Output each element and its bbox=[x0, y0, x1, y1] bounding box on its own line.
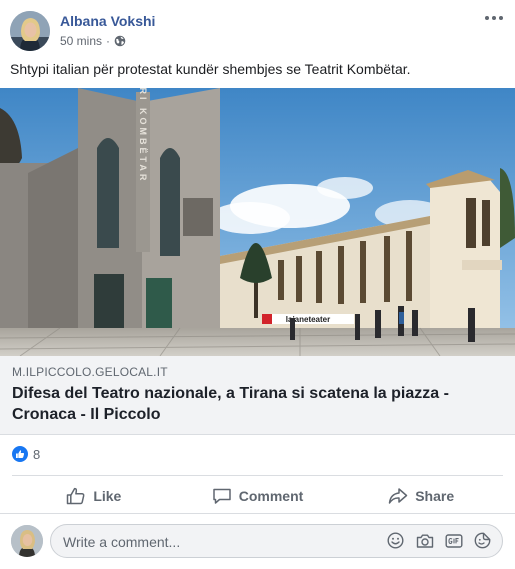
comment-icon bbox=[212, 488, 231, 504]
sticker-icon[interactable] bbox=[473, 531, 492, 550]
post-text: Shtypi italian për protestat kundër shem… bbox=[10, 61, 411, 77]
more-dot bbox=[492, 16, 496, 20]
gif-icon[interactable] bbox=[444, 531, 463, 550]
author-name[interactable]: Albana Vokshi bbox=[60, 13, 155, 29]
emoji-icon[interactable] bbox=[386, 531, 405, 550]
divider bbox=[12, 475, 503, 476]
divider bbox=[0, 513, 515, 514]
reactions-summary[interactable]: 8 bbox=[12, 444, 40, 464]
comment-input[interactable] bbox=[61, 532, 385, 552]
facade-sign-text: TEATRI KOMBËTAR bbox=[138, 88, 148, 183]
comment-label: Comment bbox=[238, 488, 304, 504]
comment-button[interactable]: Comment bbox=[176, 479, 340, 513]
like-reaction-icon bbox=[12, 446, 28, 462]
commenter-avatar[interactable] bbox=[11, 525, 43, 557]
composer-icons bbox=[386, 531, 492, 550]
link-preview-info[interactable]: M.ILPICCOLO.GELOCAL.IT Difesa del Teatro… bbox=[0, 356, 515, 435]
more-dot bbox=[485, 16, 489, 20]
reaction-count: 8 bbox=[33, 446, 41, 462]
post-header: Albana Vokshi 50 mins · bbox=[0, 0, 515, 58]
facebook-post: Albana Vokshi 50 mins · Shtypi italian p… bbox=[0, 0, 515, 569]
globe-icon[interactable] bbox=[114, 35, 126, 47]
more-dot bbox=[499, 16, 503, 20]
meta-separator: · bbox=[106, 34, 111, 48]
like-label: Like bbox=[93, 488, 122, 504]
like-button[interactable]: Like bbox=[12, 479, 176, 513]
share-label: Share bbox=[415, 488, 455, 504]
more-options-icon[interactable] bbox=[482, 8, 506, 28]
post-meta: 50 mins · bbox=[60, 34, 126, 48]
share-button[interactable]: Share bbox=[339, 479, 503, 513]
post-actions: Like Comment Share bbox=[12, 478, 503, 514]
thumbs-up-icon bbox=[67, 487, 85, 505]
link-domain: M.ILPICCOLO.GELOCAL.IT bbox=[12, 365, 168, 379]
camera-icon[interactable] bbox=[415, 531, 434, 550]
comment-box[interactable] bbox=[50, 524, 503, 558]
post-timestamp[interactable]: 50 mins bbox=[60, 34, 102, 48]
link-title[interactable]: Difesa del Teatro nazionale, a Tirana si… bbox=[12, 383, 502, 425]
author-avatar[interactable] bbox=[10, 11, 50, 51]
link-preview-image[interactable]: TEATRI KOMBËTAR lajaneteater bbox=[0, 88, 515, 356]
share-arrow-icon bbox=[388, 488, 408, 504]
